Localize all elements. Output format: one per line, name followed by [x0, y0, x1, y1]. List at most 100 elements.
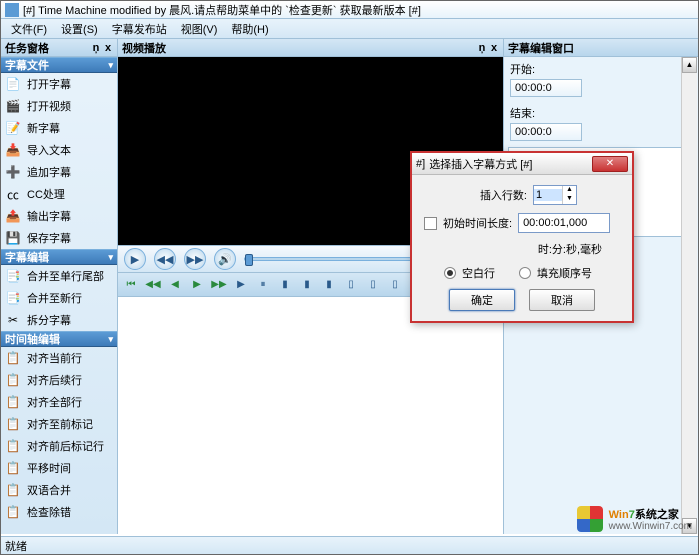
item-check[interactable]: 📋检查除错 — [1, 501, 117, 523]
item-open-sub[interactable]: 📄打开字幕 — [1, 73, 117, 95]
vertical-scrollbar[interactable]: ▲ ▼ — [681, 57, 697, 534]
end-time-field[interactable]: 00:00:0 — [510, 123, 582, 141]
cancel-button[interactable]: 取消 — [529, 289, 595, 311]
align-icon: 📋 — [5, 394, 21, 410]
tb-pause-icon[interactable]: ⏸ — [254, 276, 272, 294]
video-icon: 🎬 — [5, 98, 21, 114]
menu-help[interactable]: 帮助(H) — [225, 19, 274, 39]
prev-button[interactable]: ◀◀ — [154, 248, 176, 270]
item-cc[interactable]: ㏄CC处理 — [1, 183, 117, 205]
item-align-next[interactable]: 📋对齐后续行 — [1, 369, 117, 391]
dialog-icon: #] — [416, 158, 425, 170]
radio-blank-label: 空白行 — [462, 265, 495, 281]
insert-subtitle-dialog: #] 选择插入字幕方式 [#] ✕ 插入行数: ▲▼ 初始时间长度: 时:分:秒… — [410, 151, 634, 323]
tb-a-icon[interactable]: ▯ — [342, 276, 360, 294]
new-icon: 📝 — [5, 120, 21, 136]
item-bilingual[interactable]: 📋双语合并 — [1, 479, 117, 501]
vol-button[interactable]: 🔊 — [214, 248, 236, 270]
pin-icon[interactable]: ņ — [477, 42, 487, 54]
window-title: [#] Time Machine modified by 晨风.请点帮助菜单中的… — [23, 2, 421, 18]
tb-ffwd-icon[interactable]: ▶▶ — [210, 276, 228, 294]
tb-mark1-icon[interactable]: ▮ — [276, 276, 294, 294]
align-icon: 📋 — [5, 350, 21, 366]
merge-icon: 📑 — [5, 268, 21, 284]
radio-sequence[interactable] — [519, 267, 531, 279]
app-icon — [5, 3, 19, 17]
item-open-video[interactable]: 🎬打开视频 — [1, 95, 117, 117]
init-length-checkbox[interactable] — [424, 217, 437, 230]
dialog-close-button[interactable]: ✕ — [592, 156, 628, 172]
item-export-sub[interactable]: 📤输出字幕 — [1, 205, 117, 227]
menu-view[interactable]: 视图(V) — [175, 19, 224, 39]
play-button[interactable]: ▶ — [124, 248, 146, 270]
menu-publish[interactable]: 字幕发布站 — [106, 19, 173, 39]
item-merge-new[interactable]: 📑合并至新行 — [1, 287, 117, 309]
merge-icon: 📋 — [5, 482, 21, 498]
subtitle-grid[interactable] — [118, 297, 503, 534]
cc-icon: ㏄ — [5, 186, 21, 202]
section-subtitle-edit[interactable]: 字幕编辑▾ — [1, 249, 117, 265]
section-subtitle-file[interactable]: 字幕文件▾ — [1, 57, 117, 73]
close-icon[interactable]: x — [103, 42, 113, 54]
align-icon: 📋 — [5, 438, 21, 454]
dialog-titlebar[interactable]: #] 选择插入字幕方式 [#] ✕ — [412, 153, 632, 175]
dialog-title: 选择插入字幕方式 [#] — [429, 156, 532, 172]
shift-icon: 📋 — [5, 460, 21, 476]
start-label: 开始: — [510, 61, 692, 77]
status-text: 就绪 — [5, 538, 27, 554]
ok-button[interactable]: 确定 — [449, 289, 515, 311]
item-align-marks[interactable]: 📋对齐前后标记行 — [1, 435, 117, 457]
section-timeline-edit[interactable]: 时间轴编辑▾ — [1, 331, 117, 347]
tb-fwd-icon[interactable]: ▶ — [188, 276, 206, 294]
item-split[interactable]: ✂拆分字幕 — [1, 309, 117, 331]
tb-prev-icon[interactable]: ◀◀ — [144, 276, 162, 294]
tb-mark3-icon[interactable]: ▮ — [320, 276, 338, 294]
spin-up-icon[interactable]: ▲ — [562, 186, 576, 195]
next-button[interactable]: ▶▶ — [184, 248, 206, 270]
insert-lines-label: 插入行数: — [467, 187, 527, 203]
init-length-input[interactable] — [518, 213, 610, 233]
tb-mark2-icon[interactable]: ▮ — [298, 276, 316, 294]
video-pane-header: 视频播放 ņx — [118, 39, 503, 57]
task-pane-header: 任务窗格 ņx — [1, 39, 117, 57]
align-icon: 📋 — [5, 416, 21, 432]
pin-icon[interactable]: ņ — [91, 42, 101, 54]
item-new-sub[interactable]: 📝新字幕 — [1, 117, 117, 139]
tb-back-icon[interactable]: ◀ — [166, 276, 184, 294]
item-append-sub[interactable]: ➕追加字幕 — [1, 161, 117, 183]
tb-play-icon[interactable]: ▶ — [232, 276, 250, 294]
export-icon: 📤 — [5, 208, 21, 224]
import-icon: 📥 — [5, 142, 21, 158]
insert-lines-input[interactable] — [534, 189, 562, 201]
init-length-label: 初始时间长度: — [443, 215, 512, 231]
item-import-text[interactable]: 📥导入文本 — [1, 139, 117, 161]
menu-bar: 文件(F) 设置(S) 字幕发布站 视图(V) 帮助(H) — [1, 19, 698, 39]
menu-settings[interactable]: 设置(S) — [55, 19, 104, 39]
append-icon: ➕ — [5, 164, 21, 180]
align-icon: 📋 — [5, 372, 21, 388]
tb-first-icon[interactable]: ⏮ — [122, 276, 140, 294]
radio-blank[interactable] — [444, 267, 456, 279]
item-merge-tail[interactable]: 📑合并至单行尾部 — [1, 265, 117, 287]
item-align-prev-mark[interactable]: 📋对齐至前标记 — [1, 413, 117, 435]
item-align-all[interactable]: 📋对齐全部行 — [1, 391, 117, 413]
scroll-up-icon[interactable]: ▲ — [682, 57, 697, 73]
end-label: 结束: — [510, 105, 692, 121]
item-shift-time[interactable]: 📋平移时间 — [1, 457, 117, 479]
watermark: Win7系统之家 www.Winwin7.com — [577, 506, 692, 532]
start-time-field[interactable]: 00:00:0 — [510, 79, 582, 97]
menu-file[interactable]: 文件(F) — [5, 19, 53, 39]
insert-lines-spinner[interactable]: ▲▼ — [533, 185, 577, 205]
split-icon: ✂ — [5, 312, 21, 328]
close-icon[interactable]: x — [489, 42, 499, 54]
tb-b-icon[interactable]: ▯ — [364, 276, 382, 294]
radio-sequence-label: 填充顺序号 — [537, 265, 592, 281]
tb-c-icon[interactable]: ▯ — [386, 276, 404, 294]
spin-down-icon[interactable]: ▼ — [562, 195, 576, 204]
edit-pane-header: 字幕编辑窗口 — [504, 39, 698, 57]
item-align-cur[interactable]: 📋对齐当前行 — [1, 347, 117, 369]
status-bar: 就绪 — [1, 536, 698, 554]
save-icon: 💾 — [5, 230, 21, 246]
item-save-sub[interactable]: 💾保存字幕 — [1, 227, 117, 249]
time-format-label: 时:分:秒,毫秒 — [538, 241, 602, 257]
